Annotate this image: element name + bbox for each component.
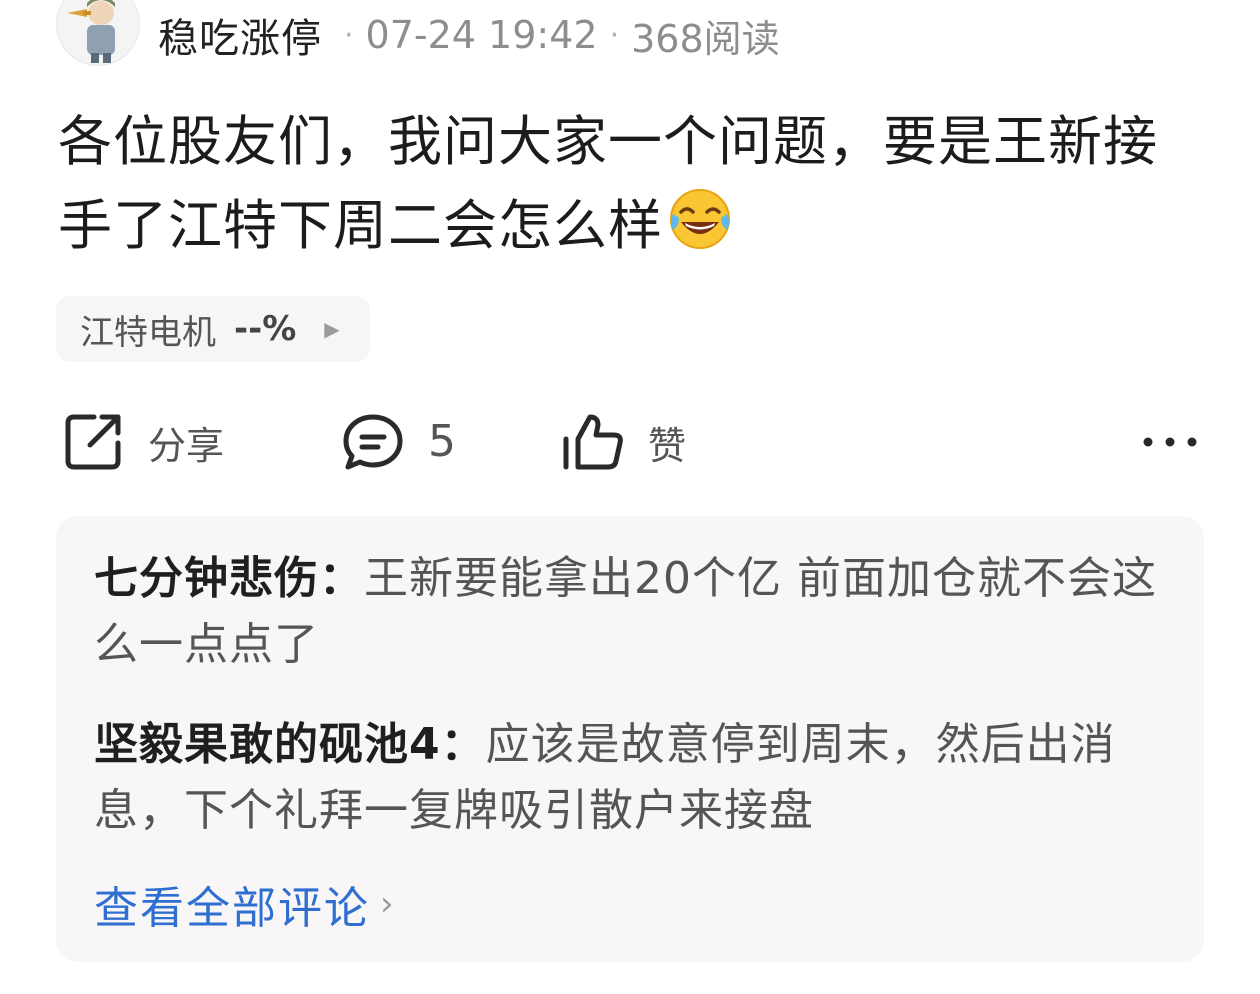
thumbs-up-icon [563,414,623,470]
read-count: 368阅读 [631,16,780,61]
post-date: 07-24 19:42 [365,13,598,57]
post-meta: · 07-24 19:42 · 368阅读 [332,8,780,63]
author-name[interactable]: 稳吃涨停 [158,6,322,64]
like-button[interactable]: 赞 [560,402,686,482]
stock-name: 江特电机 [80,312,216,353]
author-avatar[interactable] [56,0,140,66]
laughing-crying-emoji-icon [667,186,733,252]
comment-item[interactable]: 七分钟悲伤：王新要能拿出20个亿 前面加仓就不会这么一点点了 [94,546,1169,678]
like-label: 赞 [648,423,687,468]
meta-separator: · [609,17,620,53]
post-header: 稳吃涨停 · 07-24 19:42 · 368阅读 [56,0,1206,70]
share-button[interactable]: 分享 [60,402,224,482]
action-bar: 分享 5 赞 [58,402,1198,482]
avatar-image-icon [57,0,139,65]
more-options-button[interactable] [1142,402,1198,482]
post-text: 各位股友们，我问大家一个问题，要是王新接手了江特下周二会怎么样 [58,110,1158,257]
play-arrow-icon: ▶ [324,317,340,341]
more-dots-icon [1143,437,1197,447]
chevron-right-icon: › [380,884,396,924]
view-all-comments-link[interactable]: 查看全部评论 › [94,872,396,936]
comment-item[interactable]: 坚毅果敢的砚池4：应该是故意停到周末，然后出消息，下个礼拜一复牌吸引散户来接盘 [94,712,1169,844]
share-label: 分享 [148,423,225,468]
commenter-name[interactable]: 七分钟悲伤： [94,553,364,604]
post-content: 各位股友们，我问大家一个问题，要是王新接手了江特下周二会怎么样 [58,100,1208,268]
meta-separator: · [344,17,354,53]
comment-count: 5 [428,416,457,467]
share-icon [65,414,121,470]
commenter-name[interactable]: 坚毅果敢的砚池4： [94,719,486,770]
comments-preview: 七分钟悲伤：王新要能拿出20个亿 前面加仓就不会这么一点点了 坚毅果敢的砚池4：… [56,516,1204,962]
stock-chip[interactable]: 江特电机 --% ▶ [56,296,370,362]
stock-change: --% [234,309,297,349]
view-all-label: 查看全部评论 [94,883,370,934]
comment-icon [343,414,403,470]
comment-button[interactable]: 5 [340,402,1260,482]
